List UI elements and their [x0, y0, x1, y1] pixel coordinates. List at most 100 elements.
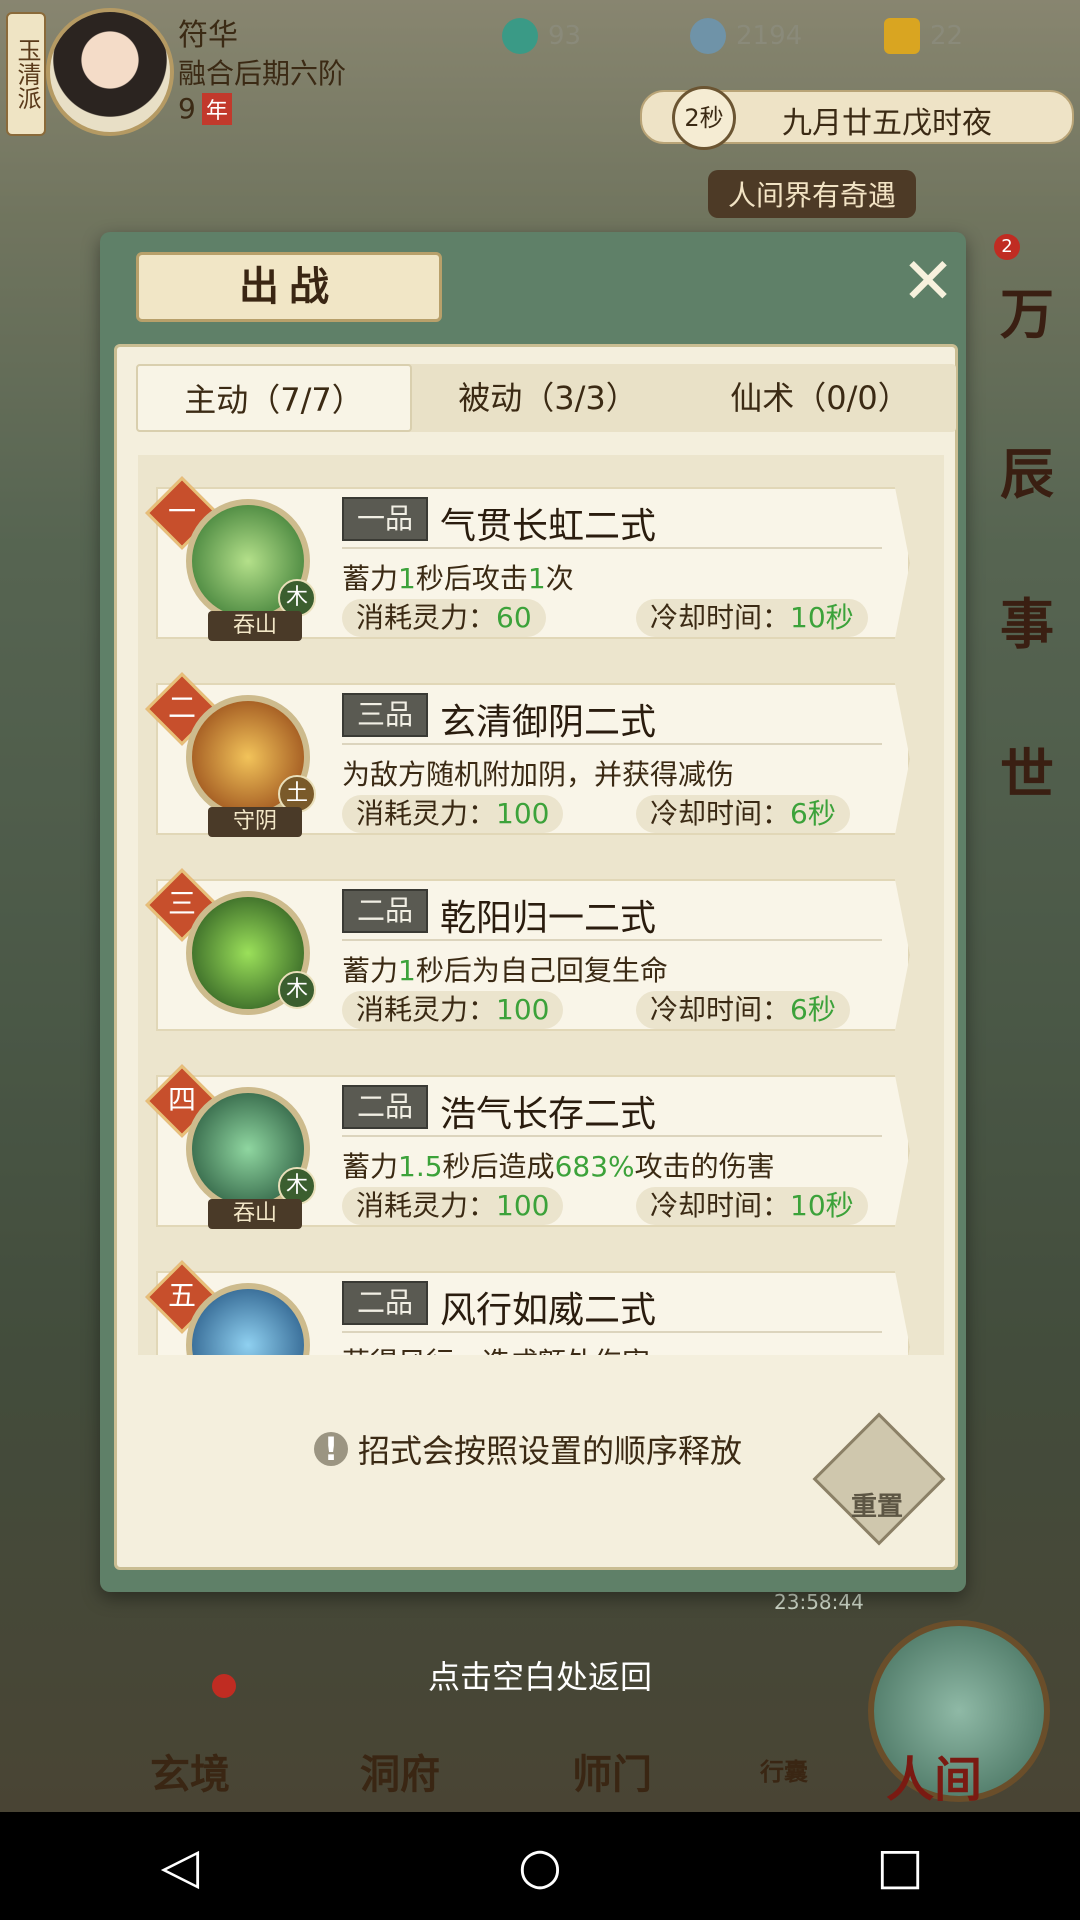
- skill-grade: 二品: [342, 1281, 428, 1325]
- mana-cost: 消耗灵力：60: [342, 599, 546, 637]
- skill-description: 蓄力1.5秒后造成683%攻击的伤害: [342, 1145, 775, 1185]
- skill-name: 玄清御阴二式: [440, 702, 657, 743]
- player-name: 符华: [178, 18, 238, 53]
- top-status-bar: 玉清派 符华 融合后期六阶 9年 93 2194 22 2秒 九月廿五戊时夜: [0, 0, 1080, 150]
- cd-label: 冷却时间：: [650, 993, 791, 1026]
- divider: [342, 939, 882, 941]
- close-icon[interactable]: ✕: [898, 250, 958, 314]
- side-menu-item[interactable]: 事: [1000, 580, 1070, 656]
- dialog-title: 出战: [136, 252, 442, 322]
- desc-value: 1: [398, 954, 416, 987]
- event-banner[interactable]: 人间界有奇遇: [708, 170, 917, 218]
- cost-value: 100: [496, 1189, 550, 1222]
- cd-value: 10秒: [790, 1189, 854, 1222]
- cost-value: 60: [496, 601, 532, 634]
- gold-ingot-icon: [884, 18, 920, 54]
- skill-card[interactable]: 四 木 吞山 二品 浩气长存二式 蓄力1.5秒后造成683%攻击的伤害 消耗灵力…: [145, 1055, 910, 1233]
- resource-jade[interactable]: 93: [502, 18, 581, 54]
- tab-active-skills[interactable]: 主动（7/7）: [136, 364, 412, 432]
- cd-label: 冷却时间：: [650, 601, 791, 634]
- desc-text: 秒后攻击: [415, 562, 528, 595]
- nav-shimen[interactable]: 师门: [572, 1742, 652, 1800]
- element-badge: 木: [278, 971, 316, 1009]
- resource-silver[interactable]: 2194: [690, 18, 802, 54]
- divider: [342, 743, 882, 745]
- world-label: 人间: [886, 1752, 983, 1808]
- skill-name: 浩气长存二式: [440, 1094, 657, 1135]
- divider: [342, 547, 882, 549]
- desc-text: 秒后为自己回复生命: [415, 954, 668, 987]
- resource-gold[interactable]: 22: [884, 18, 963, 54]
- cd-value: 10秒: [790, 601, 854, 634]
- tab-immortal-arts[interactable]: 仙术（0/0）: [684, 364, 956, 432]
- desc-text: 蓄力: [342, 1150, 399, 1183]
- hint-text: 招式会按照设置的顺序释放: [358, 1432, 743, 1470]
- tab-passive-skills[interactable]: 被动（3/3）: [412, 364, 684, 432]
- recents-square-icon[interactable]: □: [860, 1837, 940, 1895]
- side-menu-item[interactable]: 辰: [1000, 430, 1070, 506]
- game-time-box: 2秒 九月廿五戊时夜: [640, 86, 1074, 150]
- home-circle-icon[interactable]: ○: [500, 1837, 580, 1895]
- cooldown: 冷却时间：6秒: [636, 991, 850, 1029]
- skill-card[interactable]: 二 土 守阴 三品 玄清御阴二式 为敌方随机附加阴，并获得减伤 消耗灵力：100…: [145, 663, 910, 841]
- cd-label: 冷却时间：: [650, 797, 791, 830]
- nav-bag[interactable]: 行囊: [760, 1752, 808, 1787]
- cost-value: 100: [496, 797, 550, 830]
- release-order-hint: ! 招式会按照设置的顺序释放: [314, 1426, 742, 1472]
- skill-tag: 守阴: [208, 807, 302, 837]
- divider: [342, 1135, 882, 1137]
- desc-value: 683%: [554, 1150, 635, 1183]
- game-date: 九月廿五戊时夜: [782, 106, 992, 141]
- resource-value: 22: [930, 21, 964, 51]
- nav-dongfu[interactable]: 洞府: [360, 1742, 440, 1800]
- skill-tag: 吞山: [208, 1199, 302, 1229]
- player-rank: 融合后期六阶: [178, 57, 347, 90]
- exclamation-icon: !: [314, 1432, 348, 1466]
- silver-coin-icon: [690, 18, 726, 54]
- skill-grade: 二品: [342, 889, 428, 933]
- skill-description: 蓄力1秒后为自己回复生命: [342, 949, 668, 989]
- cost-label: 消耗灵力：: [356, 1189, 497, 1222]
- mana-cost: 消耗灵力：100: [342, 1187, 564, 1225]
- player-avatar[interactable]: [46, 8, 174, 136]
- tap-to-return-hint: 点击空白处返回: [427, 1658, 652, 1696]
- skill-grade: 一品: [342, 497, 428, 541]
- cd-label: 冷却时间：: [650, 1189, 791, 1222]
- skill-card[interactable]: 三 木 二品 乾阳归一二式 蓄力1秒后为自己回复生命 消耗灵力：100 冷却时间…: [145, 859, 910, 1037]
- desc-text: 次: [545, 562, 574, 595]
- desc-text: 秒后造成: [442, 1150, 555, 1183]
- jade-coin-icon: [502, 18, 538, 54]
- skill-name: 风行如威二式: [440, 1290, 657, 1331]
- desc-value: 1.5: [398, 1150, 443, 1183]
- skill-tag: 吞山: [208, 611, 302, 641]
- nav-xuanjing[interactable]: 玄境: [150, 1742, 230, 1800]
- cost-label: 消耗灵力：: [356, 601, 497, 634]
- desc-text: 攻击的伤害: [634, 1150, 775, 1183]
- cd-value: 6秒: [790, 993, 836, 1026]
- countdown-badge: 2秒: [672, 86, 736, 150]
- cd-value: 6秒: [790, 797, 836, 830]
- desc-text: 为敌方随机附加阴，并获得减伤: [342, 758, 735, 791]
- back-triangle-icon[interactable]: ◁: [140, 1837, 220, 1895]
- mana-cost: 消耗灵力：100: [342, 795, 564, 833]
- side-menu-item[interactable]: 万: [1000, 270, 1070, 346]
- skill-list[interactable]: 一 木 吞山 一品 气贯长虹二式 蓄力1秒后攻击1次 消耗灵力：60 冷却时间：…: [138, 455, 944, 1355]
- resource-value: 93: [548, 21, 582, 51]
- cost-label: 消耗灵力：: [356, 797, 497, 830]
- skill-description: 为敌方随机附加阴，并获得减伤: [342, 753, 734, 793]
- clock: 23:58:44: [774, 1590, 864, 1614]
- skill-description: 获得风行，造成额外伤害: [342, 1341, 650, 1355]
- cost-label: 消耗灵力：: [356, 993, 497, 1026]
- desc-text: 获得风行，造成额外伤害: [342, 1346, 650, 1355]
- skill-card[interactable]: 一 木 吞山 一品 气贯长虹二式 蓄力1秒后攻击1次 消耗灵力：60 冷却时间：…: [145, 467, 910, 645]
- side-menu-item[interactable]: 世: [1000, 730, 1070, 806]
- skill-grade: 二品: [342, 1085, 428, 1129]
- cost-value: 100: [496, 993, 550, 1026]
- skill-card[interactable]: 五 二品 风行如威二式 获得风行，造成额外伤害: [145, 1251, 910, 1355]
- sect-label: 玉清派: [6, 12, 46, 136]
- age-value: 9: [178, 92, 196, 125]
- cooldown: 冷却时间：6秒: [636, 795, 850, 833]
- cooldown: 冷却时间：10秒: [636, 599, 868, 637]
- skill-name: 气贯长虹二式: [440, 506, 657, 547]
- mana-cost: 消耗灵力：100: [342, 991, 564, 1029]
